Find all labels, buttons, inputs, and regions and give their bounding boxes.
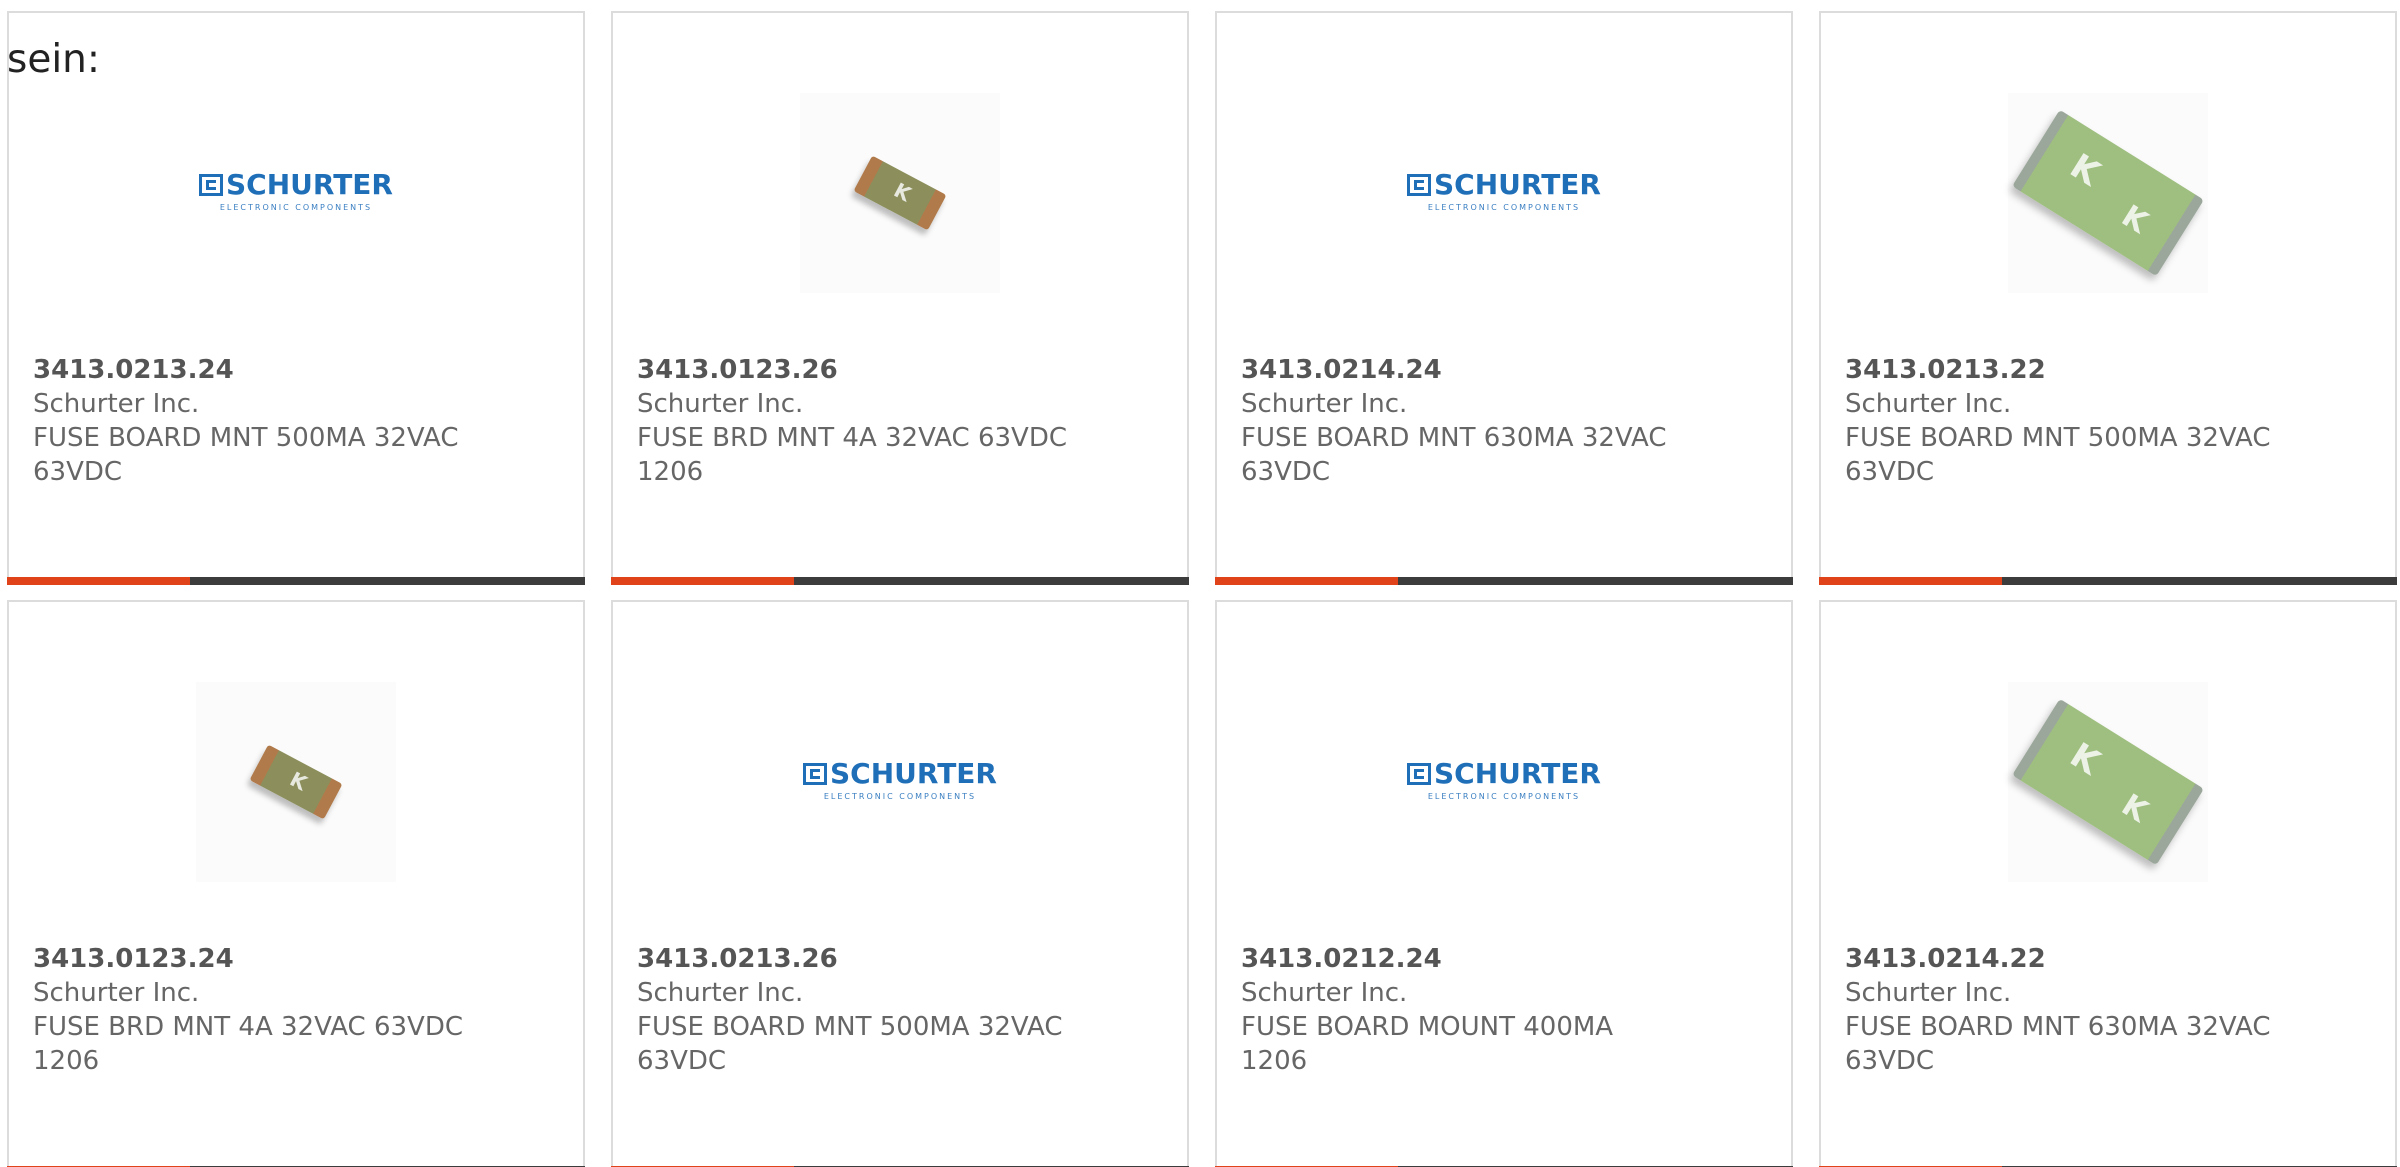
card-accent-bar: [611, 577, 1189, 585]
manufacturer-name: Schurter Inc.: [637, 978, 804, 1008]
product-description: 1206: [33, 1046, 100, 1076]
product-grid-page: sein: SCHURTER ELECTRONIC COMPONENTS 341…: [0, 0, 2400, 1167]
product-description: 1206: [637, 457, 704, 487]
schurter-logo: SCHURTER ELECTRONIC COMPONENTS: [1401, 171, 1607, 212]
product-card[interactable]: SCHURTER ELECTRONIC COMPONENTS 3413.0213…: [7, 11, 585, 585]
manufacturer-name: Schurter Inc.: [1845, 389, 2012, 419]
product-image[interactable]: K: [9, 602, 583, 932]
fuse-chip-photo: K: [196, 682, 396, 882]
card-accent-bar: [7, 577, 585, 585]
part-number-link[interactable]: 3413.0213.22: [1845, 353, 2305, 387]
intro-text: sein:: [7, 37, 101, 82]
part-number-link[interactable]: 3413.0213.24: [33, 353, 493, 387]
product-image[interactable]: SCHURTER ELECTRONIC COMPONENTS: [613, 602, 1187, 932]
part-number-link[interactable]: 3413.0214.24: [1241, 353, 1701, 387]
fuse-chip-photo: K: [800, 93, 1000, 293]
manufacturer-name: Schurter Inc.: [1845, 978, 2012, 1008]
product-description: 1206: [1241, 1046, 1308, 1076]
product-image[interactable]: SCHURTER ELECTRONIC COMPONENTS: [1217, 602, 1791, 932]
card-accent-bar: [1215, 577, 1793, 585]
schurter-logo: SCHURTER ELECTRONIC COMPONENTS: [797, 760, 1003, 801]
schurter-logo: SCHURTER ELECTRONIC COMPONENTS: [1401, 760, 1607, 801]
product-image[interactable]: K: [613, 13, 1187, 343]
part-number-link[interactable]: 3413.0212.24: [1241, 942, 1701, 976]
manufacturer-name: Schurter Inc.: [33, 389, 200, 419]
schurter-logo: SCHURTER ELECTRONIC COMPONENTS: [193, 171, 399, 212]
product-description: 63VDC: [33, 457, 123, 487]
card-accent-bar: [1819, 577, 2397, 585]
product-description: FUSE BRD MNT 4A 32VAC 63VDC: [33, 1012, 463, 1042]
part-number-link[interactable]: 3413.0213.26: [637, 942, 1097, 976]
product-description: FUSE BOARD MNT 500MA 32VAC: [1845, 423, 2271, 453]
product-image[interactable]: KK: [1821, 13, 2395, 343]
part-number-link[interactable]: 3413.0214.22: [1845, 942, 2305, 976]
product-description: FUSE BOARD MNT 630MA 32VAC: [1241, 423, 1667, 453]
product-card[interactable]: SCHURTER ELECTRONIC COMPONENTS 3413.0214…: [1215, 11, 1793, 585]
schurter-s-icon: [1407, 174, 1431, 196]
manufacturer-name: Schurter Inc.: [33, 978, 200, 1008]
product-card[interactable]: KK 3413.0213.22 Schurter Inc. FUSE BOARD…: [1819, 11, 2397, 585]
part-number-link[interactable]: 3413.0123.26: [637, 353, 1097, 387]
manufacturer-name: Schurter Inc.: [1241, 978, 1408, 1008]
product-description: 63VDC: [637, 1046, 727, 1076]
manufacturer-name: Schurter Inc.: [637, 389, 804, 419]
schurter-s-icon: [199, 174, 223, 196]
product-card[interactable]: SCHURTER ELECTRONIC COMPONENTS 3413.0213…: [611, 600, 1189, 1167]
product-description: FUSE BOARD MNT 500MA 32VAC: [637, 1012, 1063, 1042]
product-image[interactable]: SCHURTER ELECTRONIC COMPONENTS: [1217, 13, 1791, 343]
schurter-s-icon: [803, 763, 827, 785]
manufacturer-name: Schurter Inc.: [1241, 389, 1408, 419]
product-card[interactable]: K 3413.0123.24 Schurter Inc. FUSE BRD MN…: [7, 600, 585, 1167]
fuse-chip-photo: KK: [2008, 93, 2208, 293]
product-description: 63VDC: [1845, 1046, 1935, 1076]
schurter-s-icon: [1407, 763, 1431, 785]
product-image[interactable]: KK: [1821, 602, 2395, 932]
product-description: 63VDC: [1845, 457, 1935, 487]
product-description: FUSE BOARD MNT 630MA 32VAC: [1845, 1012, 2271, 1042]
product-description: FUSE BRD MNT 4A 32VAC 63VDC: [637, 423, 1067, 453]
product-description: 63VDC: [1241, 457, 1331, 487]
product-card[interactable]: KK 3413.0214.22 Schurter Inc. FUSE BOARD…: [1819, 600, 2397, 1167]
product-card[interactable]: K 3413.0123.26 Schurter Inc. FUSE BRD MN…: [611, 11, 1189, 585]
part-number-link[interactable]: 3413.0123.24: [33, 942, 493, 976]
product-description: FUSE BOARD MNT 500MA 32VAC: [33, 423, 459, 453]
product-description: FUSE BOARD MOUNT 400MA: [1241, 1012, 1614, 1042]
fuse-chip-photo: KK: [2008, 682, 2208, 882]
product-card[interactable]: SCHURTER ELECTRONIC COMPONENTS 3413.0212…: [1215, 600, 1793, 1167]
